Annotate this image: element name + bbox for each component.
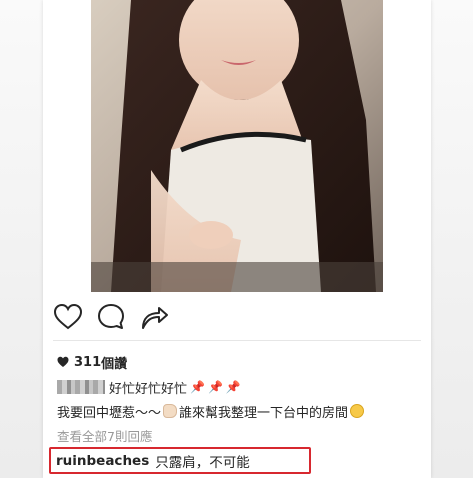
caption-text-2b: 誰來幫我整理一下台中的房間 [179, 405, 349, 421]
heart-filled-icon [57, 356, 69, 367]
heart-outline-icon[interactable] [53, 302, 83, 332]
post-card: 311 個讚 好忙好忙好忙 📌 📌 📌 我要回中壢惹～～ 誰來幫我整理一下台中的… [43, 0, 431, 478]
comment-bubble-icon[interactable] [96, 302, 126, 332]
share-arrow-icon[interactable] [139, 302, 169, 332]
pushpin-icon: 📌 [225, 380, 241, 394]
raised-hand-icon [163, 404, 178, 418]
pushpin-icon: 📌 [207, 380, 223, 394]
likes-number: 311 [74, 354, 102, 370]
photo-illustration [91, 0, 383, 292]
caption-text-1: 好忙好忙好忙 [109, 381, 188, 397]
comment-username[interactable]: ruinbeaches [56, 453, 149, 469]
comment-text: 只露肩，不可能 [155, 455, 250, 471]
backdrop-left [0, 0, 43, 478]
post-photo[interactable] [91, 0, 383, 292]
backdrop-right [430, 0, 473, 478]
likes-suffix: 個讚 [101, 356, 128, 372]
pushpin-icon: 📌 [190, 380, 205, 394]
caption-line-1: 好忙好忙好忙 📌 📌 📌 [57, 377, 241, 397]
highlighted-comment: ruinbeaches 只露肩，不可能 [56, 451, 250, 471]
blurred-username [57, 380, 105, 394]
caption-line-2: 我要回中壢惹～～ 誰來幫我整理一下台中的房間 [57, 400, 365, 422]
view-all-comments-link[interactable]: 查看全部7則回應 [57, 426, 152, 446]
likes-count[interactable]: 311 個讚 [57, 352, 127, 372]
caption-text-2a: 我要回中壢惹～～ [57, 405, 162, 421]
divider [53, 340, 421, 341]
crying-face-icon [350, 404, 365, 418]
action-bar [53, 302, 423, 336]
